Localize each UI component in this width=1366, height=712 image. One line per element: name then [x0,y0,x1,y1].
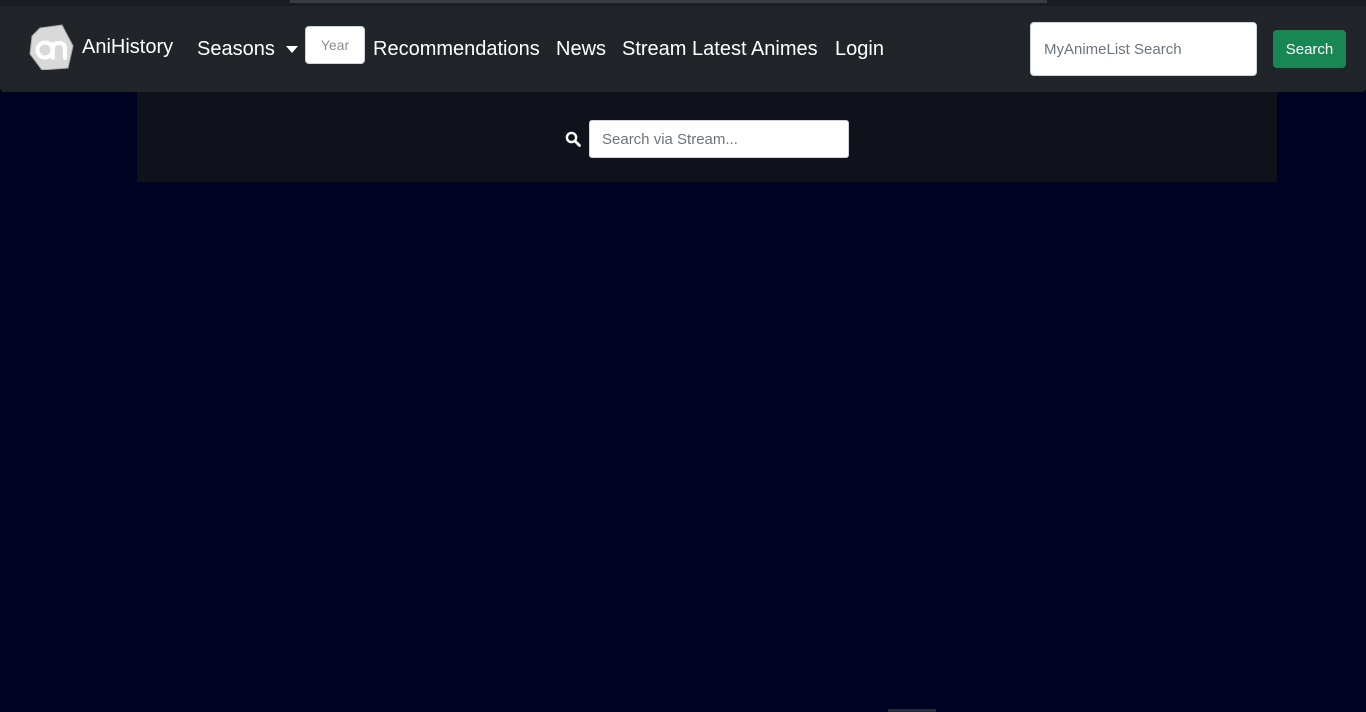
myanimelist-search-input[interactable] [1030,22,1257,76]
seasons-label: Seasons [197,38,275,60]
seasons-dropdown[interactable]: Seasons [197,36,298,62]
stream-search-input[interactable] [589,120,849,158]
stream-search-panel [137,92,1277,182]
nav-news[interactable]: News [556,36,606,62]
search-icon [565,131,581,147]
browser-tab-hint [290,0,1047,3]
search-button[interactable]: Search [1273,30,1346,68]
nav-login[interactable]: Login [835,36,884,62]
page: AniHistory Seasons Recommendations News … [0,0,1366,712]
nav-recommendations[interactable]: Recommendations [373,36,540,62]
nav-stream-latest-animes[interactable]: Stream Latest Animes [622,36,818,62]
anihistory-logo-icon [29,24,74,70]
caret-down-icon [285,45,298,53]
brand-link[interactable]: AniHistory [28,24,173,70]
brand-name: AniHistory [82,36,174,58]
navbar: AniHistory Seasons Recommendations News … [0,6,1366,92]
year-input[interactable] [305,26,365,64]
